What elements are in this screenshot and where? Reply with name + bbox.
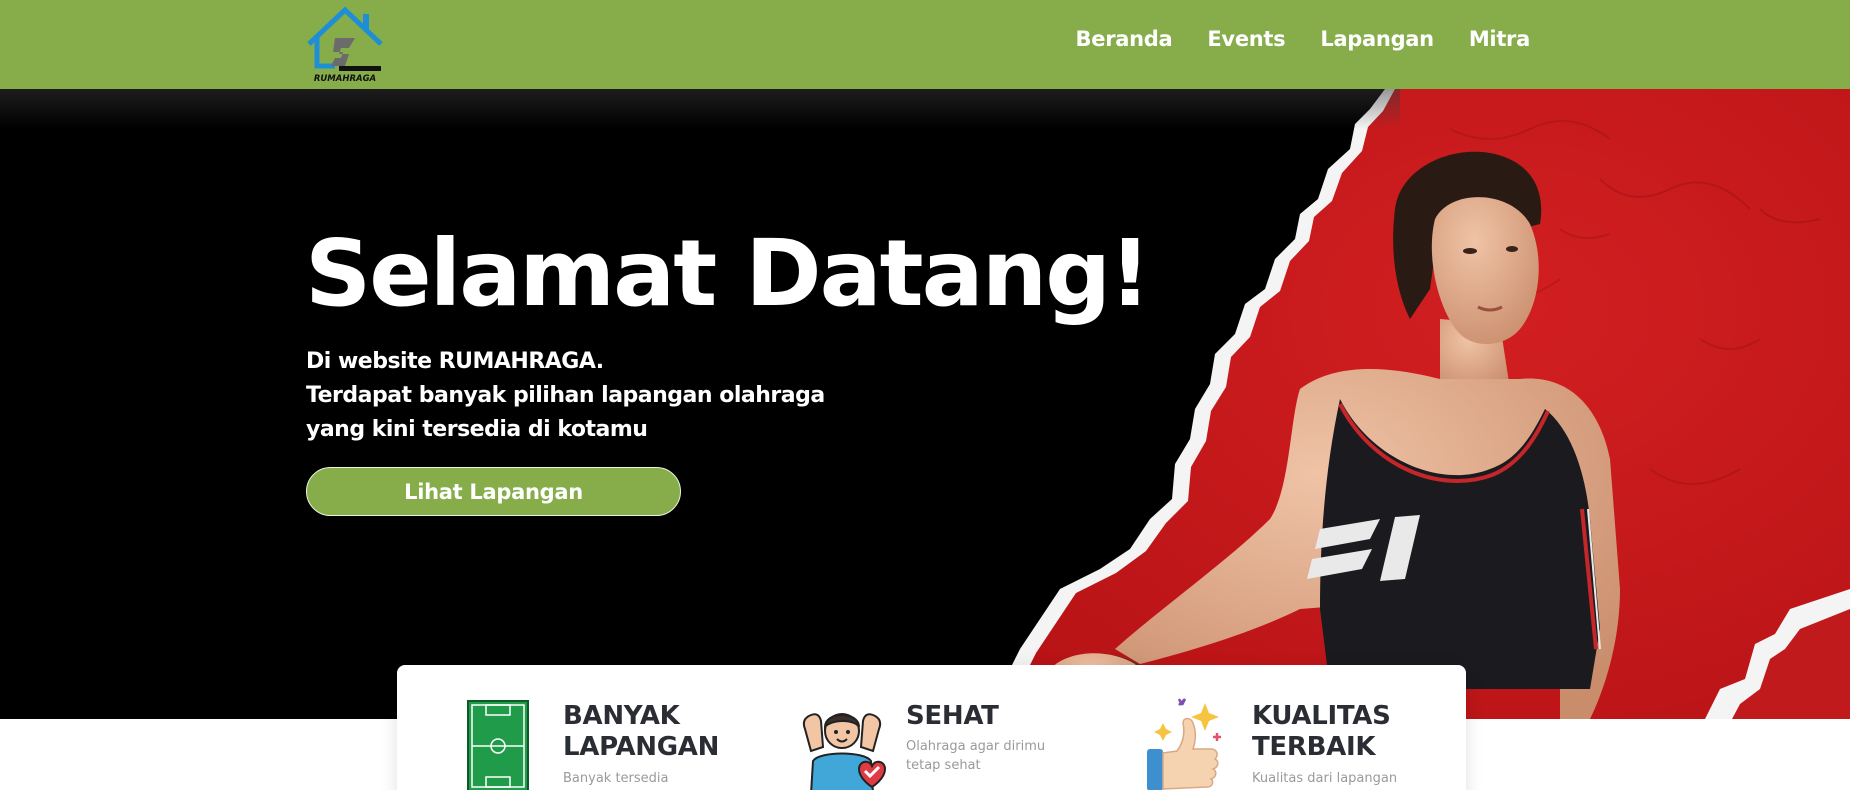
features-card: BANYAK LAPANGAN Banyak tersedia SEHAT Ol…: [397, 665, 1466, 790]
lihat-lapangan-button[interactable]: Lihat Lapangan: [306, 467, 681, 516]
hero-athlete-image: [990, 89, 1850, 719]
feature-kualitas-terbaik: KUALITAS TERBAIK Kualitas dari lapangan: [1143, 698, 1443, 790]
nav-link-beranda[interactable]: Beranda: [1076, 27, 1173, 51]
nav-link-events[interactable]: Events: [1207, 27, 1285, 51]
feature-title-line: SEHAT: [906, 701, 999, 731]
main-nav: Beranda Events Lapangan Mitra: [1076, 27, 1531, 51]
nav-link-lapangan[interactable]: Lapangan: [1320, 27, 1434, 51]
hero-subtitle-line: yang kini tersedia di kotamu: [306, 417, 648, 442]
nav-link-mitra[interactable]: Mitra: [1469, 27, 1530, 51]
hero-title: Selamat Datang!: [305, 220, 1151, 327]
hero-subtitle: Di website RUMAHRAGA. Terdapat banyak pi…: [306, 345, 825, 447]
hero-section: Selamat Datang! Di website RUMAHRAGA. Te…: [0, 89, 1850, 719]
feature-banyak-lapangan: BANYAK LAPANGAN Banyak tersedia: [466, 699, 766, 790]
feature-sehat: SEHAT Olahraga agar dirimu tetap sehat: [797, 699, 1097, 790]
feature-description: Olahraga agar dirimu: [906, 739, 1046, 754]
feature-title-line: BANYAK: [563, 701, 680, 731]
soccer-field-icon: [466, 699, 546, 790]
feature-description: Banyak tersedia: [563, 771, 669, 786]
hero-subtitle-line: Di website RUMAHRAGA.: [306, 349, 604, 374]
feature-title-line: LAPANGAN: [563, 732, 720, 762]
rumahraga-logo[interactable]: RUMAHRAGA: [305, 4, 387, 84]
svg-text:RUMAHRAGA: RUMAHRAGA: [314, 74, 376, 84]
feature-description: tetap sehat: [906, 758, 981, 773]
top-navbar: RUMAHRAGA Beranda Events Lapangan Mitra: [0, 0, 1850, 89]
feature-description: Kualitas dari lapangan: [1252, 771, 1398, 786]
feature-title-line: TERBAIK: [1252, 732, 1376, 762]
hero-top-shadow: [0, 89, 1400, 129]
feature-title-line: KUALITAS: [1252, 701, 1391, 731]
thumbs-up-icon: [1143, 693, 1223, 790]
hero-subtitle-line: Terdapat banyak pilihan lapangan olahrag…: [306, 383, 825, 408]
healthy-person-icon: [797, 699, 887, 790]
